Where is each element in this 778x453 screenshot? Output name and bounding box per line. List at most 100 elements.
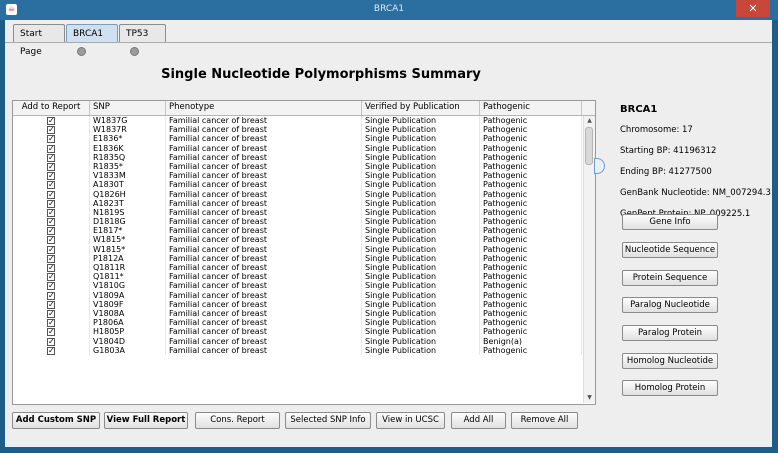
add-to-report-checkbox[interactable]: ✓ (47, 172, 55, 181)
add-custom-snp-button[interactable]: Add Custom SNP (12, 412, 100, 429)
verified-cell: Single Publication (362, 143, 480, 153)
tab-start-page[interactable]: Start Page (13, 24, 65, 57)
window-close-button[interactable]: ✕ (736, 0, 770, 17)
add-to-report-checkbox[interactable]: ✓ (47, 227, 55, 236)
add-to-report-checkbox[interactable]: ✓ (47, 117, 55, 125)
phenotype-cell: Familial cancer of breast (166, 134, 362, 144)
add-to-report-cell: ✓ (13, 327, 90, 337)
pathogenic-cell: Pathogenic (480, 226, 582, 236)
table-row[interactable]: ✓ P1806A Familial cancer of breast Single P… (13, 318, 595, 328)
column-header-phenotype[interactable]: Phenotype (166, 101, 362, 115)
table-row[interactable]: ✓ H1805P Familial cancer of breast Single P… (13, 327, 595, 337)
add-to-report-checkbox[interactable]: ✓ (47, 199, 55, 208)
add-to-report-checkbox[interactable]: ✓ (47, 236, 55, 245)
paralog-nucleotide-button[interactable]: Paralog Nucleotide (622, 297, 718, 313)
table-row[interactable]: ✓ V1833M Familial cancer of breast Single P… (13, 171, 595, 181)
add-to-report-checkbox[interactable]: ✓ (47, 135, 55, 144)
table-row[interactable]: ✓ W1815* Familial cancer of breast Single P… (13, 235, 595, 245)
remove-all-button[interactable]: Remove All (511, 412, 578, 429)
table-row[interactable]: ✓ V1808A Familial cancer of breast Single P… (13, 308, 595, 319)
column-header-verified[interactable]: Verified by Publication (362, 101, 480, 115)
add-to-report-checkbox[interactable]: ✓ (47, 291, 55, 300)
homolog-nucleotide-button[interactable]: Homolog Nucleotide (622, 353, 718, 369)
snp-cell: W1837R (90, 125, 166, 135)
view-full-report-button[interactable]: View Full Report (104, 412, 188, 429)
nucleotide-sequence-button[interactable]: Nucleotide Sequence (622, 242, 718, 258)
table-row[interactable]: ✓ A1830T Familial cancer of breast Single P… (13, 180, 595, 190)
homolog-protein-button[interactable]: Homolog Protein (622, 380, 718, 396)
snp-cell: Q1811* (90, 272, 166, 282)
cons-report-button[interactable]: Cons. Report (195, 412, 280, 429)
tab-label: Start Page (20, 29, 42, 57)
table-row[interactable]: ✓ V1810G Familial cancer of breast Single P… (13, 281, 595, 291)
add-to-report-checkbox[interactable]: ✓ (47, 245, 55, 254)
table-row[interactable]: ✓ E1817* Familial cancer of breast Single P… (13, 226, 595, 236)
table-row[interactable]: ✓ V1809A Familial cancer of breast Single P… (13, 290, 595, 300)
paralog-protein-button[interactable]: Paralog Protein (622, 325, 718, 341)
snp-cell: V1833M (90, 171, 166, 181)
verified-cell: Single Publication (362, 198, 480, 208)
add-to-report-cell: ✓ (13, 336, 90, 346)
add-to-report-checkbox[interactable]: ✓ (47, 153, 55, 162)
phenotype-cell: Familial cancer of breast (166, 336, 362, 346)
table-row[interactable]: ✓ A1823T Familial cancer of breast Single P… (13, 198, 595, 208)
add-to-report-checkbox[interactable]: ✓ (47, 208, 55, 217)
table-row[interactable]: ✓ G1803A Familial cancer of breast Single P… (13, 345, 595, 355)
table-row[interactable]: ✓ E1836* Familial cancer of breast Single P… (13, 134, 595, 144)
column-header-pathogenic[interactable]: Pathogenic (480, 101, 582, 115)
scroll-thumb[interactable] (585, 127, 593, 165)
add-to-report-checkbox[interactable]: ✓ (47, 328, 55, 337)
table-row[interactable]: ✓ R1835Q Familial cancer of breast Single P… (13, 152, 595, 162)
protein-sequence-button[interactable]: Protein Sequence (622, 270, 718, 286)
scroll-down-icon[interactable]: ▼ (584, 393, 595, 403)
add-to-report-checkbox[interactable]: ✓ (47, 309, 55, 318)
scroll-up-icon[interactable]: ▲ (584, 116, 595, 126)
gene-info-button[interactable]: Gene Info (622, 214, 718, 230)
add-to-report-checkbox[interactable]: ✓ (47, 181, 55, 190)
table-row[interactable]: ✓ V1809F Familial cancer of breast Single P… (13, 299, 595, 309)
table-row[interactable]: ✓ R1835* Familial cancer of breast Single P… (13, 161, 595, 172)
add-to-report-checkbox[interactable]: ✓ (47, 162, 55, 171)
pathogenic-cell: Pathogenic (480, 299, 582, 309)
table-row[interactable]: ✓ P1812A Familial cancer of breast Single P… (13, 253, 595, 263)
add-all-button[interactable]: Add All (451, 412, 506, 429)
ending-bp-info: Ending BP: 41277500 (620, 167, 712, 177)
pathogenic-cell: Pathogenic (480, 281, 582, 291)
table-row[interactable]: ✓ W1837G Familial cancer of breast Single P… (13, 116, 595, 126)
tab-close-icon[interactable] (130, 47, 139, 56)
tab-tp53[interactable]: TP53 (119, 24, 166, 56)
add-to-report-checkbox[interactable]: ✓ (47, 254, 55, 263)
add-to-report-checkbox[interactable]: ✓ (47, 126, 55, 135)
add-to-report-checkbox[interactable]: ✓ (47, 346, 55, 355)
table-row[interactable]: ✓ W1837R Familial cancer of breast Single P… (13, 125, 595, 135)
column-header-snp[interactable]: SNP (90, 101, 166, 115)
tab-brca1[interactable]: BRCA1 (66, 24, 118, 56)
add-to-report-checkbox[interactable]: ✓ (47, 218, 55, 227)
table-row[interactable]: ✓ E1836K Familial cancer of breast Single P… (13, 143, 595, 153)
add-to-report-checkbox[interactable]: ✓ (47, 337, 55, 346)
add-to-report-checkbox[interactable]: ✓ (47, 273, 55, 282)
table-row[interactable]: ✓ Q1826H Familial cancer of breast Single P… (13, 189, 595, 199)
column-header-add-to-report[interactable]: Add to Report (13, 101, 90, 115)
pathogenic-cell: Pathogenic (480, 345, 582, 355)
add-to-report-checkbox[interactable]: ✓ (47, 319, 55, 328)
selected-snp-info-button[interactable]: Selected SNP Info (285, 412, 371, 429)
add-to-report-checkbox[interactable]: ✓ (47, 282, 55, 291)
table-row[interactable]: ✓ D1818G Familial cancer of breast Single P… (13, 217, 595, 227)
view-in-ucsc-button[interactable]: View in UCSC (376, 412, 445, 429)
table-row[interactable]: ✓ W1815* Familial cancer of breast Single P… (13, 244, 595, 254)
add-to-report-checkbox[interactable]: ✓ (47, 190, 55, 199)
add-to-report-checkbox[interactable]: ✓ (47, 264, 55, 272)
add-to-report-checkbox[interactable]: ✓ (47, 144, 55, 153)
snp-cell: A1823T (90, 198, 166, 208)
table-row[interactable]: ✓ V1804D Familial cancer of breast Single P… (13, 336, 595, 346)
phenotype-cell: Familial cancer of breast (166, 318, 362, 328)
panel-divider-handle[interactable] (594, 158, 605, 174)
snp-cell: P1812A (90, 253, 166, 263)
add-to-report-checkbox[interactable]: ✓ (47, 300, 55, 309)
table-row[interactable]: ✓ N1819S Familial cancer of breast Single P… (13, 207, 595, 218)
tab-close-icon[interactable] (77, 47, 86, 56)
table-row[interactable]: ✓ Q1811* Familial cancer of breast Single P… (13, 272, 595, 282)
snp-cell: N1819S (90, 207, 166, 218)
table-row[interactable]: ✓ Q1811R Familial cancer of breast Single P… (13, 263, 595, 273)
